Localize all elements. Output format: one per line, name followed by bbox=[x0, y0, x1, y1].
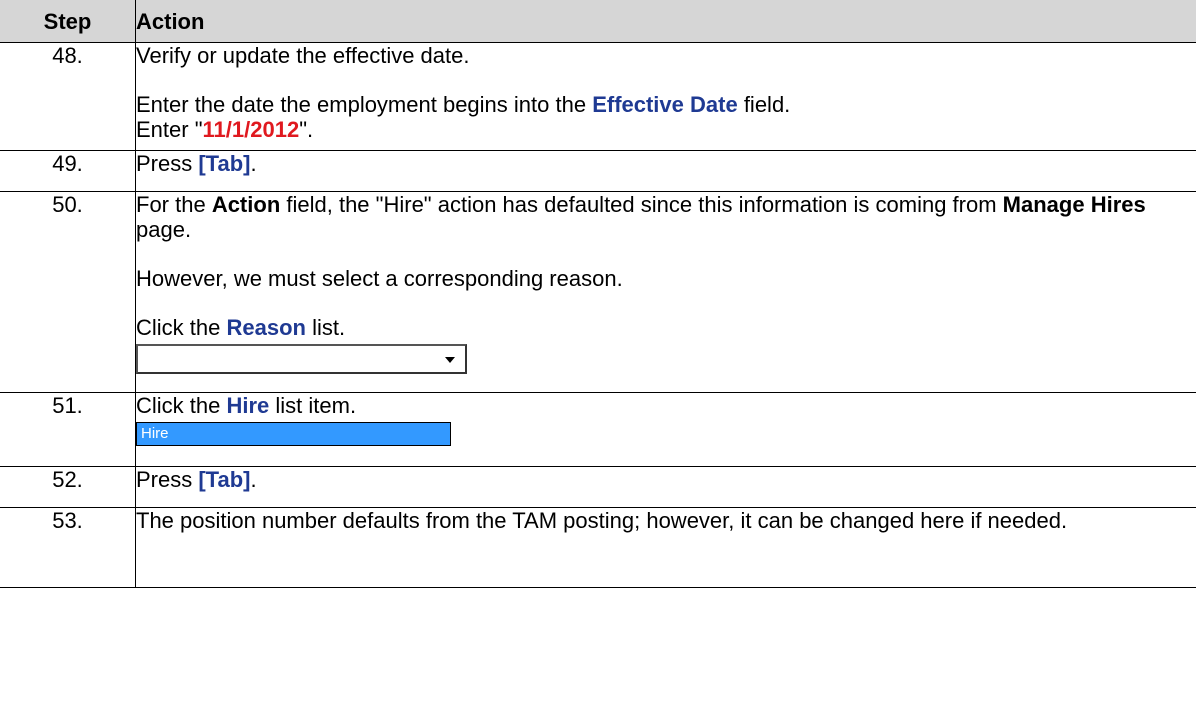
hire-list-item-image: Hire bbox=[136, 422, 451, 446]
step-column-header: Step bbox=[0, 0, 136, 43]
instruction-text: Press [Tab]. bbox=[136, 467, 257, 492]
instruction-text: Enter the date the employment begins int… bbox=[136, 92, 791, 117]
step-action: For the Action field, the "Hire" action … bbox=[135, 191, 1196, 393]
instruction-text: Click the Hire list item. bbox=[136, 393, 357, 418]
instruction-text: Press [Tab]. bbox=[136, 151, 257, 176]
table-row: 53. The position number defaults from th… bbox=[0, 507, 1196, 588]
steps-table: Step Action 48. Verify or update the eff… bbox=[0, 0, 1196, 588]
step-number: 53. bbox=[0, 507, 136, 588]
table-row: 52. Press [Tab]. bbox=[0, 466, 1196, 508]
table-header-row: Step Action bbox=[0, 0, 1196, 43]
step-action: Click the Hire list item. Hire bbox=[135, 392, 1196, 467]
field-name: Reason bbox=[226, 315, 306, 340]
table-row: 48. Verify or update the effective date.… bbox=[0, 42, 1196, 151]
reason-dropdown-image bbox=[136, 344, 467, 374]
key-name: [Tab] bbox=[198, 467, 251, 492]
step-number: 52. bbox=[0, 466, 136, 508]
table-row: 49. Press [Tab]. bbox=[0, 150, 1196, 192]
table-row: 51. Click the Hire list item. Hire bbox=[0, 392, 1196, 467]
entry-value: 11/1/2012 bbox=[202, 117, 300, 142]
instruction-text: However, we must select a corresponding … bbox=[136, 266, 623, 291]
instruction-text: For the Action field, the "Hire" action … bbox=[136, 192, 1146, 242]
list-item-name: Hire bbox=[226, 393, 270, 418]
instruction-text: Enter "11/1/2012". bbox=[136, 117, 314, 142]
table-row: 50. For the Action field, the "Hire" act… bbox=[0, 191, 1196, 393]
step-number: 49. bbox=[0, 150, 136, 192]
field-name: Action bbox=[211, 192, 281, 217]
step-action: The position number defaults from the TA… bbox=[135, 507, 1196, 588]
page-name: Manage Hires bbox=[1002, 192, 1146, 217]
key-name: [Tab] bbox=[198, 151, 251, 176]
step-action: Verify or update the effective date. Ent… bbox=[135, 42, 1196, 151]
instruction-text: Verify or update the effective date. bbox=[136, 43, 470, 68]
field-name: Effective Date bbox=[592, 92, 738, 117]
step-action: Press [Tab]. bbox=[135, 150, 1196, 192]
action-column-header: Action bbox=[135, 0, 1196, 43]
step-number: 48. bbox=[0, 42, 136, 151]
step-number: 50. bbox=[0, 191, 136, 393]
step-action: Press [Tab]. bbox=[135, 466, 1196, 508]
chevron-down-icon bbox=[445, 357, 455, 363]
instruction-text: Click the Reason list. bbox=[136, 315, 346, 340]
step-number: 51. bbox=[0, 392, 136, 467]
instruction-text: The position number defaults from the TA… bbox=[136, 508, 1068, 533]
